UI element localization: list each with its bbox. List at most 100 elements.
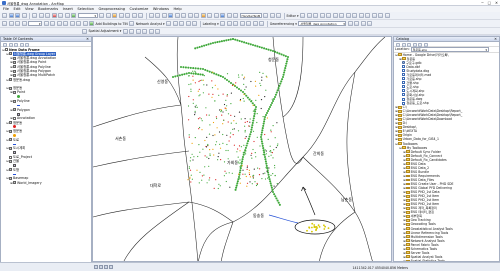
back-extent-icon[interactable]	[187, 13, 193, 18]
layer-symbol-swatch[interactable]	[17, 95, 20, 99]
trace-icon[interactable]	[326, 13, 332, 18]
label-weight-icon[interactable]	[233, 21, 239, 26]
modify-link-icon[interactable]	[135, 28, 141, 34]
time-slider-icon[interactable]	[269, 13, 275, 18]
layer-symbol-swatch[interactable]	[13, 143, 16, 145]
network-tool-5-icon[interactable]	[192, 21, 198, 26]
layer-visibility-checkbox[interactable]: ✓	[13, 61, 16, 65]
catalog-window-icon[interactable]	[112, 13, 117, 18]
menu-windows[interactable]: Windows	[153, 7, 169, 11]
split-icon[interactable]	[358, 13, 364, 18]
network-tool-2-icon[interactable]	[172, 21, 178, 26]
toc-layer-row[interactable]: ⊞ ✓ World_Imagery	[1, 181, 91, 185]
select-elements-icon[interactable]	[213, 13, 219, 18]
label-manager-icon[interactable]	[220, 21, 226, 26]
layer-visibility-checkbox[interactable]: ✓	[13, 181, 16, 185]
rotate-icon[interactable]	[365, 13, 371, 18]
model-builder-icon[interactable]	[138, 13, 143, 18]
menu-view[interactable]: View	[25, 7, 34, 11]
fixed-zoom-out-icon[interactable]	[181, 13, 186, 18]
layer-symbol-swatch[interactable]	[17, 112, 20, 116]
menu-geoprocessing[interactable]: Geoprocessing	[98, 7, 125, 11]
lock-labels-icon[interactable]	[239, 21, 245, 26]
menu-customize[interactable]: Customize	[130, 7, 149, 11]
pause-labeling-icon[interactable]	[246, 21, 252, 26]
create-viewer-icon[interactable]	[276, 13, 281, 18]
sketch-properties-icon[interactable]	[378, 13, 384, 18]
layer-visibility-checkbox[interactable]: ✓	[13, 69, 16, 73]
full-extent-icon[interactable]	[168, 13, 173, 18]
search-window-icon[interactable]	[118, 13, 124, 18]
add-buildings-tool[interactable]: Add Buildings to TIN	[96, 22, 128, 26]
print-icon[interactable]	[21, 13, 27, 18]
network-icon[interactable]	[129, 21, 135, 26]
layer-symbol-swatch[interactable]	[17, 105, 20, 107]
map-scale-combo[interactable]	[77, 13, 98, 18]
location-input[interactable]: 청운동.shp	[410, 46, 489, 52]
italic-icon[interactable]	[50, 21, 55, 26]
add-buildings-icon[interactable]	[89, 21, 94, 26]
data-view-icon[interactable]	[94, 264, 98, 269]
end-point-arc-icon[interactable]	[319, 13, 325, 18]
list-by-source-icon[interactable]	[8, 42, 13, 47]
menu-bookmarks[interactable]: Bookmarks	[38, 7, 58, 11]
identity-link-icon[interactable]	[148, 28, 154, 34]
layer-visibility-checkbox[interactable]	[5, 48, 8, 52]
multiple-link-icon[interactable]	[142, 28, 148, 34]
pan-icon[interactable]	[161, 13, 167, 18]
straight-segment-icon[interactable]	[313, 13, 319, 18]
close-icon[interactable]: ✕	[86, 37, 89, 42]
spatial-adjust-grip-icon[interactable]	[82, 28, 87, 34]
network-tool-3-icon[interactable]	[179, 21, 185, 26]
layer-visibility-checkbox[interactable]: ✓	[13, 99, 16, 103]
network-analyst-menu[interactable]: Network Analyst ▾	[136, 22, 165, 26]
layer-visibility-checkbox[interactable]: ✓	[9, 129, 12, 133]
arctoolbox-icon[interactable]	[125, 13, 130, 18]
layer-combo[interactable]: Handle/Text	[239, 13, 262, 18]
font-combo[interactable]	[28, 21, 42, 26]
menu-selection[interactable]: Selection	[77, 7, 94, 11]
clear-selection-icon[interactable]	[207, 13, 212, 18]
layout-view-icon[interactable]	[99, 264, 103, 269]
network-tool-4-icon[interactable]	[185, 21, 191, 26]
layer-symbol-swatch[interactable]	[13, 134, 16, 138]
point-icon[interactable]	[332, 13, 338, 18]
layer-visibility-checkbox[interactable]: ✓	[9, 146, 12, 150]
layer-visibility-checkbox[interactable]: ✓	[9, 177, 12, 181]
draw-select-icon[interactable]	[2, 21, 7, 26]
back-icon[interactable]	[396, 42, 400, 47]
layer-visibility-checkbox[interactable]: ✓	[9, 168, 12, 172]
bold-icon[interactable]	[43, 21, 49, 26]
font-color-icon[interactable]	[63, 21, 68, 26]
attributes-icon[interactable]	[371, 13, 377, 18]
layer-visibility-checkbox[interactable]: ✓	[13, 65, 16, 69]
spatial-adjustment-menu[interactable]: Spatial Adjustment ▾	[89, 29, 122, 33]
zoom-out-icon[interactable]	[155, 13, 160, 18]
add-control-points-icon[interactable]	[367, 21, 373, 26]
zoom-in-icon[interactable]	[148, 13, 154, 18]
underline-icon[interactable]	[56, 21, 62, 26]
layer-visibility-checkbox[interactable]: ✓	[13, 108, 16, 112]
rotate-georef-icon[interactable]	[347, 21, 353, 26]
close-icon[interactable]: ✕	[494, 37, 497, 42]
toc-window-icon[interactable]	[105, 13, 111, 18]
reshape-icon[interactable]	[345, 13, 351, 18]
layer-visibility-checkbox[interactable]: ✓	[9, 159, 12, 163]
layer-visibility-checkbox[interactable]: ✓	[13, 73, 16, 77]
editor-menu[interactable]: Editor ▾	[287, 14, 299, 18]
map-display[interactable]: 청운동 신영동 가회동 서촌동 간희동 남촌동 대학로 동숭동	[92, 36, 392, 262]
layer-symbol-swatch[interactable]	[13, 164, 16, 168]
marker-color-icon[interactable]	[82, 21, 88, 26]
layer-visibility-checkbox[interactable]: ✓	[13, 91, 16, 95]
python-window-icon[interactable]	[131, 13, 137, 18]
labeling-menu[interactable]: Labeling ▾	[203, 22, 219, 26]
find-icon[interactable]	[226, 13, 232, 18]
scale-icon[interactable]	[360, 21, 366, 26]
forward-extent-icon[interactable]	[194, 13, 199, 18]
maximize-button[interactable]: □	[488, 1, 491, 5]
view-unplaced-icon[interactable]	[252, 21, 258, 26]
list-by-visibility-icon[interactable]	[14, 42, 18, 47]
limited-adjustment-icon[interactable]	[155, 28, 161, 34]
save-icon[interactable]	[15, 13, 20, 18]
close-button[interactable]: ✕	[495, 1, 498, 5]
